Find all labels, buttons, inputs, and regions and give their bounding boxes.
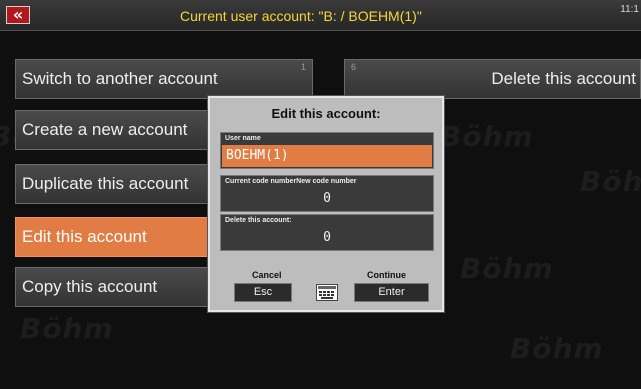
copy-account-button[interactable]: Copy this account xyxy=(15,267,215,307)
enter-button[interactable]: Enter xyxy=(354,283,429,302)
dialog-title: Edit this account: xyxy=(271,106,381,121)
menu-button-label: Switch to another account xyxy=(22,69,218,88)
menu-button-label: Create a new account xyxy=(22,120,188,139)
menu-button-label: Duplicate this account xyxy=(22,174,189,193)
code-number-field[interactable]: Current code numberNew code number 0 xyxy=(220,175,434,212)
clock: 11:1 xyxy=(620,4,639,15)
slot-number: 6 xyxy=(351,62,357,72)
field-label: User name xyxy=(225,135,261,142)
code-number-input[interactable]: 0 xyxy=(222,188,432,210)
watermark-logo: Böhm xyxy=(440,120,534,153)
top-bar: « Current user account: "B: / BOEHM(1)" … xyxy=(0,0,641,31)
switch-account-button[interactable]: Switch to another account 1 xyxy=(15,59,313,99)
cancel-label: Cancel xyxy=(252,270,282,280)
delete-account-field[interactable]: Delete this account: 0 xyxy=(220,214,434,251)
duplicate-account-button[interactable]: Duplicate this account xyxy=(15,164,215,204)
delete-account-button[interactable]: 6 Delete this account xyxy=(344,59,641,99)
menu-button-label: Edit this account xyxy=(22,227,147,246)
menu-button-label: Delete this account xyxy=(491,69,636,88)
delete-account-input[interactable]: 0 xyxy=(222,227,432,249)
field-label: Delete this account: xyxy=(225,217,292,224)
user-name-input[interactable]: BOEHM(1) xyxy=(222,145,432,167)
user-name-field[interactable]: User name BOEHM(1) xyxy=(220,132,434,169)
watermark-logo: Böhm xyxy=(460,252,554,285)
menu-button-label: Copy this account xyxy=(22,277,158,296)
create-account-button[interactable]: Create a new account xyxy=(15,110,215,150)
watermark-logo: Böhm xyxy=(510,332,604,365)
slot-number: 1 xyxy=(300,62,306,72)
watermark-logo: Böhm xyxy=(580,165,641,198)
edit-account-button[interactable]: Edit this account xyxy=(15,217,215,257)
edit-account-dialog: Edit this account: User name BOEHM(1) Cu… xyxy=(208,96,444,312)
double-chevron-left-icon: « xyxy=(12,5,24,24)
keyboard-icon[interactable] xyxy=(316,284,338,301)
back-button[interactable]: « xyxy=(6,6,30,24)
field-label: Current code numberNew code number xyxy=(225,178,357,185)
watermark-logo: Böhm xyxy=(20,312,114,345)
continue-label: Continue xyxy=(367,270,406,280)
page-title: Current user account: "B: / BOEHM(1)" xyxy=(180,8,422,24)
cancel-button[interactable]: Esc xyxy=(234,283,292,302)
